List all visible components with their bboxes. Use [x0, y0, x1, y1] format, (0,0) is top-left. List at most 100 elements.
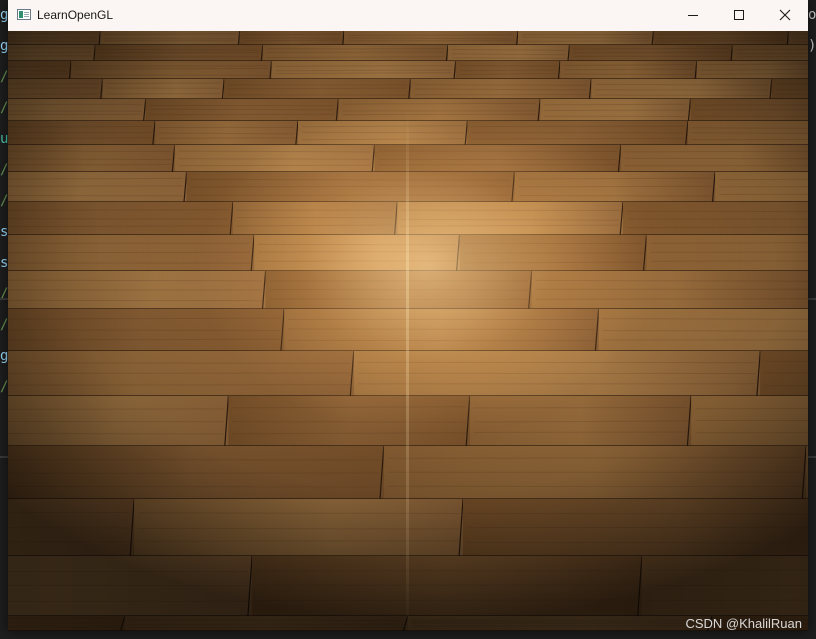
code-line: /: [0, 379, 8, 395]
wood-grain: [564, 73, 693, 76]
code-line: o: [808, 7, 816, 23]
code-line: /: [0, 69, 8, 85]
wood-grain: [459, 69, 557, 72]
wood-grain: [535, 298, 808, 300]
wood-grain: [266, 51, 444, 53]
wood-plank: [806, 446, 808, 499]
wood-plank: [8, 446, 384, 499]
wood-plank: [228, 396, 470, 446]
wood-plank: [646, 235, 808, 271]
wood-grain: [75, 67, 268, 70]
wood-grain: [149, 113, 335, 116]
wood-grain: [8, 150, 171, 152]
code-line: s: [0, 224, 8, 240]
wood-plank: [760, 351, 808, 396]
wood-plank: [8, 79, 103, 99]
wood-grain: [347, 34, 515, 36]
code-line: s: [0, 255, 8, 271]
floor-planks: [8, 31, 808, 631]
wood-plank: [623, 202, 808, 235]
wood-plank: [771, 79, 808, 99]
wood-grain: [792, 37, 808, 39]
wood-grain: [8, 209, 229, 211]
wood-grain: [657, 33, 785, 35]
wood-plank: [134, 499, 463, 556]
wood-grain: [190, 178, 511, 181]
maximize-button[interactable]: [716, 0, 762, 31]
code-line: /: [0, 100, 8, 116]
wood-plank: [262, 45, 448, 61]
wood-grain: [8, 194, 183, 197]
wood-floor-scene: [8, 31, 808, 631]
minimize-button[interactable]: [670, 0, 716, 31]
close-button[interactable]: [762, 0, 808, 31]
wood-grain: [258, 251, 456, 253]
close-icon: [779, 9, 791, 21]
wood-plank: [8, 61, 72, 79]
background-editor-left-edge: g g / / u / / s s / / g /: [0, 0, 8, 639]
wood-grain: [8, 329, 281, 331]
wood-grain: [243, 33, 341, 36]
wood-grain: [275, 65, 452, 67]
wood-grain: [459, 65, 557, 67]
wood-plank: [732, 45, 808, 61]
minimize-icon: [688, 15, 698, 16]
wood-grain: [466, 541, 808, 544]
maximize-icon: [734, 10, 744, 20]
wood-plank: [591, 79, 772, 99]
learnopengl-window: LearnOpenGL: [8, 0, 808, 631]
wood-plank: [254, 235, 460, 271]
wood-grain: [256, 599, 638, 601]
wood-grain: [275, 69, 452, 72]
wood-grain: [521, 40, 650, 42]
wood-grain: [624, 157, 808, 160]
wood-grain: [8, 384, 350, 386]
wood-grain: [8, 512, 131, 514]
wood-grain: [564, 68, 693, 71]
wood-grain: [451, 57, 566, 59]
wood-plank: [374, 145, 621, 172]
csdn-watermark: CSDN @KhalilRuan: [685, 616, 802, 631]
wood-plank: [397, 202, 623, 235]
wood-grain: [232, 421, 466, 423]
title-bar[interactable]: LearnOpenGL: [8, 0, 808, 31]
wood-grain: [471, 137, 684, 140]
wood-plank: [598, 309, 808, 351]
wood-grain: [178, 158, 371, 160]
code-line: /: [0, 193, 8, 209]
opengl-render-viewport[interactable]: [8, 31, 808, 631]
wood-grain: [518, 195, 712, 197]
wood-grain: [736, 48, 808, 50]
code-line: /: [0, 162, 8, 178]
wood-grain: [178, 164, 371, 167]
wood-grain: [288, 328, 595, 331]
wood-grain: [228, 87, 407, 90]
wood-plank: [100, 31, 240, 45]
window-title: LearnOpenGL: [37, 8, 114, 22]
wood-grain: [8, 279, 262, 282]
wood-grain: [8, 83, 99, 85]
wood-grain: [8, 32, 97, 35]
wood-grain: [8, 126, 152, 128]
code-line: /: [0, 286, 8, 302]
wood-plank: [8, 172, 187, 202]
wood-grain: [473, 431, 688, 433]
code-line: /: [0, 317, 8, 333]
wood-plank: [102, 79, 225, 99]
wood-plank: [232, 202, 398, 235]
wood-plank: [531, 271, 808, 309]
wood-grain: [8, 47, 92, 49]
wood-plank: [338, 99, 541, 121]
code-line: g: [0, 7, 8, 23]
wood-grain: [128, 619, 404, 622]
wood-plank: [8, 99, 146, 121]
wood-grain: [8, 584, 249, 587]
code-line: ): [808, 38, 816, 54]
code-line: g: [0, 38, 8, 54]
wood-plank: [71, 61, 272, 79]
wood-grain: [269, 289, 528, 291]
wood-grain: [138, 528, 460, 530]
background-editor-right-edge: o ): [808, 0, 816, 639]
wood-grain: [75, 65, 268, 67]
wood-plank: [252, 556, 642, 616]
